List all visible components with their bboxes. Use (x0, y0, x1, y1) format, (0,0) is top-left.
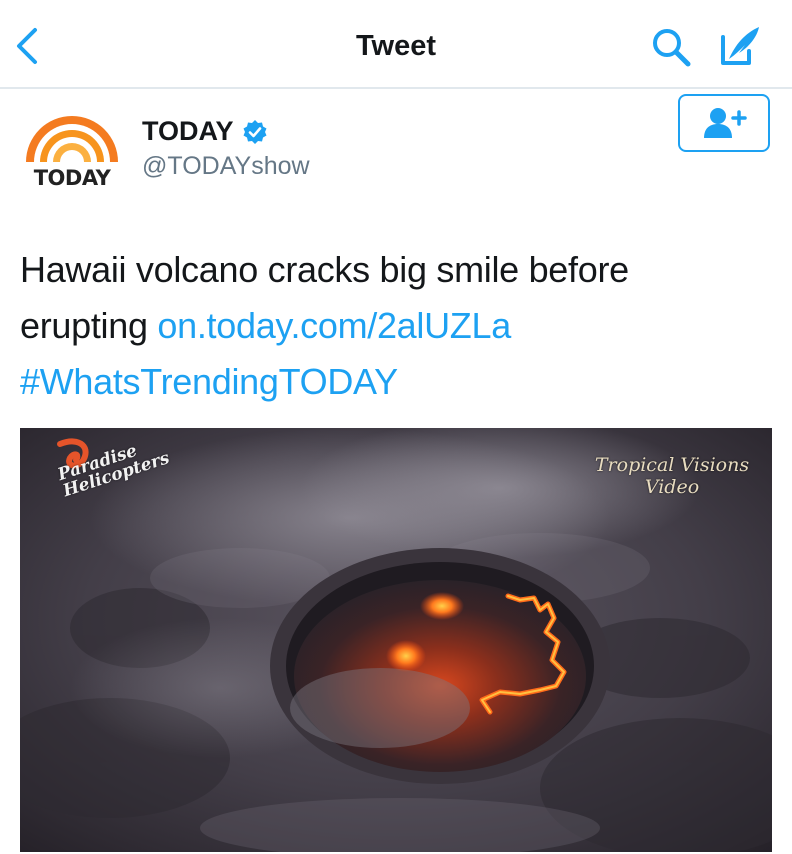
verified-badge-icon (243, 119, 267, 144)
today-logo-icon (26, 116, 118, 162)
navigation-bar: Tweet (0, 0, 792, 89)
avatar-logo-text: TODAY (33, 166, 111, 190)
tweet-media-image[interactable]: Paradise Helicopters Tropical Visions Vi… (20, 428, 772, 852)
follow-button[interactable] (678, 94, 770, 152)
tweet-link[interactable]: on.today.com/2alUZLa (157, 305, 511, 346)
user-handle[interactable]: @TODAYshow (142, 152, 310, 181)
tweet-author: TODAY TODAY @TODAYshow (0, 90, 792, 210)
search-button[interactable] (648, 24, 694, 70)
tweet-hashtag[interactable]: #WhatsTrendingTODAY (20, 361, 398, 402)
watermark-right: Tropical Visions Video (592, 454, 752, 498)
display-name-text: TODAY (142, 116, 234, 146)
watermark-right-line-1: Tropical Visions (594, 454, 750, 476)
compose-icon (721, 27, 759, 65)
search-icon (653, 29, 691, 67)
compose-button[interactable] (712, 22, 766, 70)
avatar[interactable]: TODAY (22, 108, 122, 192)
add-user-icon (704, 108, 747, 138)
tweet-text: Hawaii volcano cracks big smile before e… (20, 242, 760, 410)
watermark-right-line-2: Video (644, 476, 700, 498)
display-name[interactable]: TODAY (142, 116, 268, 147)
